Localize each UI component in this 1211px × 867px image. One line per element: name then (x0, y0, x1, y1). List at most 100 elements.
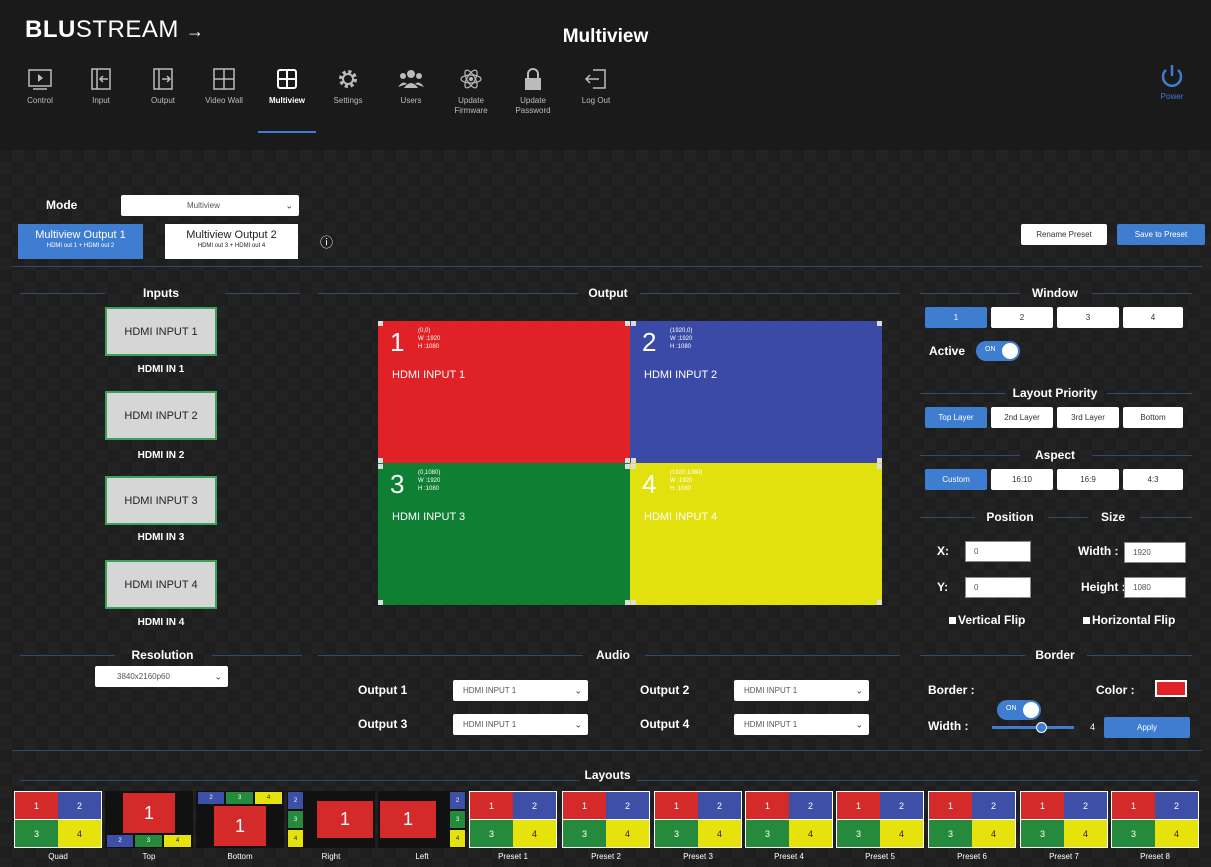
layout-right[interactable]: 234 1 (287, 791, 375, 848)
window-tab-4[interactable]: 4 (1123, 307, 1183, 328)
layout-preset-5[interactable]: 1234 (836, 791, 924, 848)
horizontal-flip-checkbox[interactable]: Horizontal Flip (1083, 613, 1175, 627)
aspect-4-3[interactable]: 4:3 (1123, 469, 1183, 490)
checkbox-icon (1083, 616, 1090, 624)
resize-handle[interactable] (625, 458, 630, 463)
resize-handle[interactable] (378, 600, 383, 605)
priority-bottom[interactable]: Bottom (1123, 407, 1183, 428)
rename-preset-button[interactable]: Rename Preset (1021, 224, 1107, 245)
tab-multiview-output-1[interactable]: Multiview Output 1 HDMI out 1 + HDMI out… (18, 224, 143, 259)
y-input[interactable]: 0 (965, 577, 1031, 598)
audio-output-1-select[interactable]: HDMI INPUT 1 ⌄ (453, 680, 588, 701)
window-tab-2[interactable]: 2 (991, 307, 1053, 328)
resize-handle[interactable] (625, 321, 630, 326)
layout-top[interactable]: 1 234 (105, 791, 193, 848)
resize-handle[interactable] (631, 458, 636, 463)
nav-settings[interactable]: Settings (320, 66, 376, 106)
nav-video-wall[interactable]: Video Wall (196, 66, 252, 106)
nav-update-firmware[interactable]: Update Firmware (443, 66, 499, 116)
nav-input[interactable]: Input (73, 66, 129, 106)
border-toggle[interactable]: ON (997, 700, 1041, 720)
window-tab-3[interactable]: 3 (1057, 307, 1119, 328)
layout-quad[interactable]: 12 34 (14, 791, 102, 848)
layout-preset-4[interactable]: 1234 (745, 791, 833, 848)
layout-preset-7[interactable]: 1234 (1020, 791, 1108, 848)
nav-users[interactable]: Users (383, 66, 439, 106)
layout-label-preset-3: Preset 3 (683, 852, 713, 861)
border-color-swatch[interactable] (1155, 680, 1187, 697)
nav-multiview[interactable]: Multiview (259, 66, 315, 106)
save-to-preset-button[interactable]: Save to Preset (1117, 224, 1205, 245)
aspect-16-10[interactable]: 16:10 (991, 469, 1053, 490)
nav-output[interactable]: Output (135, 66, 191, 106)
aspect-16-9[interactable]: 16:9 (1057, 469, 1119, 490)
divider (1140, 517, 1192, 518)
mode-select[interactable]: Multiview ⌄ (121, 195, 299, 216)
layout-preset-6[interactable]: 1234 (928, 791, 1016, 848)
vertical-flip-checkbox[interactable]: Vertical Flip (949, 613, 1025, 627)
aspect-custom[interactable]: Custom (925, 469, 987, 490)
priority-3rd-layer[interactable]: 3rd Layer (1057, 407, 1119, 428)
resize-handle[interactable] (877, 458, 882, 463)
divider (920, 455, 1020, 456)
apply-button[interactable]: Apply (1104, 717, 1190, 738)
nav-update-password[interactable]: Update Password (505, 66, 561, 116)
resize-handle[interactable] (631, 321, 636, 326)
input-source-3[interactable]: HDMI INPUT 3 (105, 476, 217, 525)
divider (640, 293, 900, 294)
resize-handle[interactable] (625, 464, 630, 469)
resize-handle[interactable] (378, 321, 383, 326)
chevron-down-icon: ⌄ (855, 685, 863, 695)
inputs-heading: Inputs (143, 286, 179, 300)
input-source-1[interactable]: HDMI INPUT 1 (105, 307, 217, 356)
resize-handle[interactable] (631, 464, 636, 469)
layout-preset-3[interactable]: 1234 (654, 791, 742, 848)
layout-left[interactable]: 1 234 (378, 791, 466, 848)
nav-control[interactable]: Control (12, 66, 68, 106)
border-width-slider[interactable] (992, 722, 1074, 733)
resize-handle[interactable] (877, 321, 882, 326)
resize-handle[interactable] (625, 600, 630, 605)
info-icon[interactable]: ⓘ (320, 232, 333, 251)
input-source-2[interactable]: HDMI INPUT 2 (105, 391, 217, 440)
audio-output-4-select[interactable]: HDMI INPUT 1 ⌄ (734, 714, 869, 735)
input-label-3: HDMI IN 3 (137, 532, 185, 543)
tab-multiview-output-2[interactable]: Multiview Output 2 HDMI out 3 + HDMI out… (165, 224, 298, 259)
resolution-select[interactable]: 3840x2160p60 ⌄ (95, 666, 228, 687)
divider (318, 655, 583, 656)
resolution-heading: Resolution (131, 648, 194, 662)
priority-top-layer[interactable]: Top Layer (925, 407, 987, 428)
layout-bottom[interactable]: 234 1 (196, 791, 284, 848)
output-window-2[interactable]: 2 (1920,0) W :1920 H :1080 HDMI INPUT 2 (630, 321, 882, 463)
output-window-1[interactable]: 1 (0,0) W :1920 H :1080 HDMI INPUT 1 (378, 321, 630, 463)
input-source-4[interactable]: HDMI INPUT 4 (105, 560, 217, 609)
audio-output-3-select[interactable]: HDMI INPUT 1 ⌄ (453, 714, 588, 735)
resize-handle[interactable] (631, 600, 636, 605)
resize-handle[interactable] (378, 458, 383, 463)
nav-log-out[interactable]: Log Out (568, 66, 624, 106)
output-window-3[interactable]: 3 (0,1080) W :1920 H :1080 HDMI INPUT 3 (378, 463, 630, 605)
resize-handle[interactable] (378, 464, 383, 469)
priority-2nd-layer[interactable]: 2nd Layer (991, 407, 1053, 428)
layout-label-preset-5: Preset 5 (865, 852, 895, 861)
active-toggle[interactable]: ON (976, 341, 1020, 361)
window-tab-1[interactable]: 1 (925, 307, 987, 328)
chevron-down-icon: ⌄ (574, 685, 582, 695)
resize-handle[interactable] (877, 600, 882, 605)
output-icon (153, 68, 173, 90)
layout-preset-8[interactable]: 1234 (1111, 791, 1199, 848)
border-label: Border : (928, 683, 975, 697)
border-width-value: 4 (1090, 722, 1096, 732)
layout-preset-2[interactable]: 1234 (562, 791, 650, 848)
power-button[interactable]: Power (1152, 62, 1192, 101)
audio-output-2-select[interactable]: HDMI INPUT 1 ⌄ (734, 680, 869, 701)
height-label: Height : (1081, 580, 1126, 594)
divider (20, 780, 580, 781)
resize-handle[interactable] (877, 464, 882, 469)
width-input[interactable]: 1920 (1124, 542, 1186, 563)
divider (637, 780, 1197, 781)
output-window-4[interactable]: 4 (1920,1080) W :1920 H :1080 HDMI INPUT 4 (630, 463, 882, 605)
layout-preset-1[interactable]: 1234 (469, 791, 557, 848)
x-input[interactable]: 0 (965, 541, 1031, 562)
height-input[interactable]: 1080 (1124, 577, 1186, 598)
